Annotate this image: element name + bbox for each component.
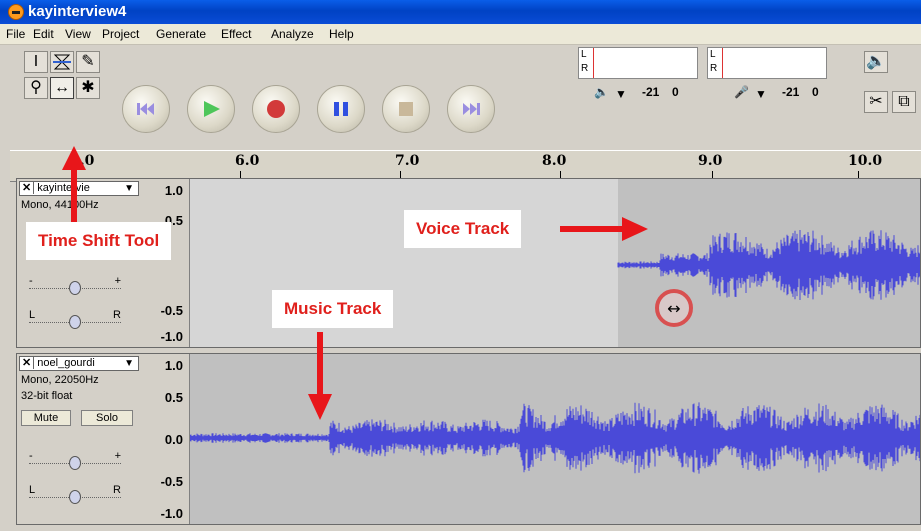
track-control-panel: ✕ noel_gourdi ▼ Mono, 22050Hz 32-bit flo… <box>17 354 144 524</box>
pan-slider[interactable]: L R <box>29 309 121 329</box>
gain-slider[interactable]: - + <box>29 275 121 295</box>
audacity-app-icon <box>8 4 24 20</box>
play-button[interactable] <box>187 85 235 133</box>
track-name-dropdown[interactable]: ✕ noel_gourdi ▼ <box>19 356 139 371</box>
ruler-label: 8.0 <box>542 153 567 169</box>
gain-plus: + <box>114 450 121 462</box>
toolbar: I ✎ ⚲ ↔ ✱ L R L R 🔈 ▼ -21 0 🎤 ▼ -21 0 🔈 … <box>0 45 921 147</box>
scale-label: -0.5 <box>160 474 183 489</box>
scale-label: -1.0 <box>160 506 183 521</box>
zoom-tool-icon[interactable]: ⚲ <box>24 77 48 99</box>
track-format: 32-bit float <box>21 390 73 402</box>
multi-tool-icon[interactable]: ✱ <box>76 77 100 99</box>
menu-analyze[interactable]: Analyze <box>271 24 314 44</box>
scale-label: -1.0 <box>160 329 183 344</box>
gain-minus: - <box>29 275 33 287</box>
voice-track-callout: Voice Track <box>404 210 522 248</box>
gain-knob[interactable] <box>69 281 81 295</box>
menu-edit[interactable]: Edit <box>33 24 54 44</box>
menu-view[interactable]: View <box>65 24 91 44</box>
ruler-label: 6.0 <box>235 153 260 169</box>
pan-left: L <box>29 309 36 321</box>
gain-minus: - <box>29 450 33 462</box>
pan-knob[interactable] <box>69 490 81 504</box>
output-volume-icon[interactable]: 🔈 <box>594 85 609 99</box>
menu-effect[interactable]: Effect <box>221 24 251 44</box>
meter-left-label: L <box>710 49 716 60</box>
menu-help[interactable]: Help <box>329 24 354 44</box>
menu-bar: File Edit View Project Generate Effect A… <box>0 24 921 45</box>
chevron-down-icon[interactable]: ▼ <box>124 357 134 370</box>
speaker-icon[interactable]: 🔈 <box>864 51 888 73</box>
time-shift-tool-icon[interactable]: ↔ <box>50 77 74 99</box>
input-dropdown-icon[interactable]: ▼ <box>755 87 767 101</box>
track-name-dropdown[interactable]: ✕ kayintervie ▼ <box>19 181 139 196</box>
ruler-label: 10.0 <box>848 153 883 169</box>
vertical-scale: 1.0 0.5 0.0 -0.5 -1.0 <box>143 354 190 524</box>
input-level: -21 <box>782 85 800 99</box>
music-track-callout: Music Track <box>272 290 394 328</box>
menu-file[interactable]: File <box>6 24 25 44</box>
voice-track[interactable]: ✕ kayintervie ▼ Mono, 44100Hz - + L R 1.… <box>16 178 921 348</box>
pan-knob[interactable] <box>69 315 81 329</box>
scale-label: 0.5 <box>164 390 183 405</box>
scale-label: 1.0 <box>164 358 183 373</box>
solo-button[interactable]: Solo <box>81 410 133 426</box>
gain-plus: + <box>114 275 121 287</box>
selection-tool-icon[interactable]: I <box>24 51 48 73</box>
input-meter[interactable]: L R <box>707 47 827 79</box>
ruler-label: 5.0 <box>70 153 95 169</box>
track-info: Mono, 44100Hz <box>21 199 99 211</box>
scale-label: 0.0 <box>164 432 183 447</box>
output-zero: 0 <box>672 85 679 99</box>
title-bar: kayinterview4 <box>0 0 921 24</box>
track-name: noel_gourdi <box>37 357 95 369</box>
pan-left: L <box>29 484 36 496</box>
track-name: kayintervie <box>37 182 90 194</box>
draw-tool-icon[interactable]: ✎ <box>76 51 100 73</box>
music-waveform <box>190 402 920 474</box>
close-track-icon[interactable]: ✕ <box>20 357 35 369</box>
mute-button[interactable]: Mute <box>21 410 71 426</box>
scale-label: 1.0 <box>164 183 183 198</box>
time-shift-callout: Time Shift Tool <box>26 222 172 260</box>
close-track-icon[interactable]: ✕ <box>20 182 35 194</box>
ruler-label: 9.0 <box>698 153 723 169</box>
menu-generate[interactable]: Generate <box>156 24 206 44</box>
envelope-tool-icon[interactable] <box>50 51 74 73</box>
window-title: kayinterview4 <box>28 3 127 20</box>
chevron-down-icon[interactable]: ▼ <box>124 182 134 195</box>
cut-icon[interactable]: ✂ <box>864 91 888 113</box>
gain-knob[interactable] <box>69 456 81 470</box>
track-control-panel: ✕ kayintervie ▼ Mono, 44100Hz - + L R <box>17 179 144 347</box>
output-dropdown-icon[interactable]: ▼ <box>615 87 627 101</box>
pan-right: R <box>113 309 121 321</box>
menu-project[interactable]: Project <box>102 24 139 44</box>
record-button[interactable] <box>252 85 300 133</box>
output-meter[interactable]: L R <box>578 47 698 79</box>
meter-peak-line <box>722 48 723 78</box>
input-mic-icon[interactable]: 🎤 <box>734 85 749 99</box>
music-track[interactable]: ✕ noel_gourdi ▼ Mono, 22050Hz 32-bit flo… <box>16 353 921 525</box>
scale-label: -0.5 <box>160 303 183 318</box>
meter-peak-line <box>593 48 594 78</box>
skip-start-button[interactable] <box>122 85 170 133</box>
meter-left-label: L <box>581 49 587 60</box>
meter-right-label: R <box>581 63 589 74</box>
pan-slider[interactable]: L R <box>29 484 121 504</box>
track-info: Mono, 22050Hz <box>21 374 99 386</box>
input-zero: 0 <box>812 85 819 99</box>
output-level: -21 <box>642 85 660 99</box>
meter-right-label: R <box>710 63 718 74</box>
skip-end-button[interactable] <box>447 85 495 133</box>
ruler-label: 7.0 <box>395 153 420 169</box>
pan-right: R <box>113 484 121 496</box>
stop-button[interactable] <box>382 85 430 133</box>
gain-slider[interactable]: - + <box>29 450 121 470</box>
copy-icon[interactable]: ⧉ <box>892 91 916 113</box>
pause-button[interactable] <box>317 85 365 133</box>
vertical-scale: 1.0 0.5 -0.5 -1.0 <box>143 179 190 347</box>
music-waveform-area[interactable] <box>190 354 920 524</box>
